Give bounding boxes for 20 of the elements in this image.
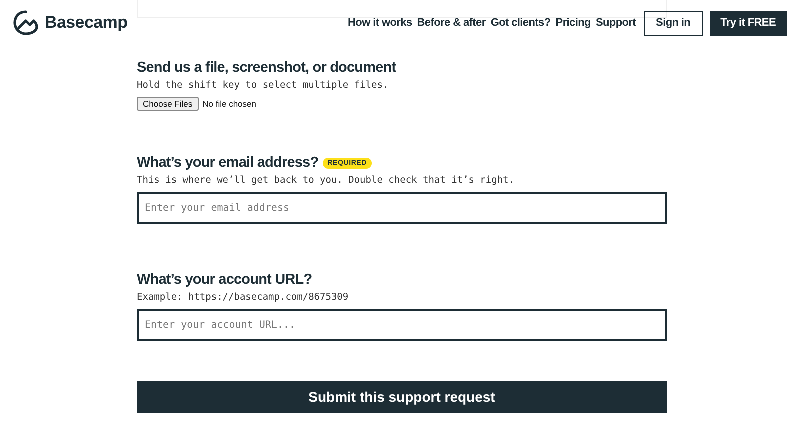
logo-icon[interactable] <box>13 10 39 36</box>
nav-link[interactable]: Got clients? <box>490 17 551 29</box>
nav-link[interactable]: Pricing <box>556 17 591 29</box>
choose-files-button[interactable]: Choose Files <box>137 97 199 111</box>
section-heading: Send us a file, screenshot, or document <box>137 60 396 76</box>
sign-in-button[interactable]: Sign in <box>644 10 703 36</box>
logo-text[interactable]: Basecamp <box>45 13 128 33</box>
section-heading: What’s your account URL? <box>137 272 312 288</box>
nav-link[interactable]: Before & after <box>417 17 486 29</box>
input-field[interactable]: Enter your account URL... <box>137 309 667 341</box>
submit-button[interactable]: Submit this support request <box>137 381 667 413</box>
file-status: No file chosen <box>202 99 256 109</box>
try-free-button[interactable]: Try it FREE <box>710 10 787 36</box>
nav-link[interactable]: Support <box>596 17 636 29</box>
hint-text: This is where we’ll get back to you. Double check that it’s right. <box>137 175 514 186</box>
input-field[interactable]: Enter your email address <box>137 192 667 224</box>
hint-text: Hold the shift key to select multiple files. <box>137 80 389 91</box>
section-heading: What’s your email address? <box>137 155 319 171</box>
nav-link[interactable]: How it works <box>348 17 412 29</box>
hint-text: Example: https://basecamp.com/8675309 <box>137 292 349 303</box>
